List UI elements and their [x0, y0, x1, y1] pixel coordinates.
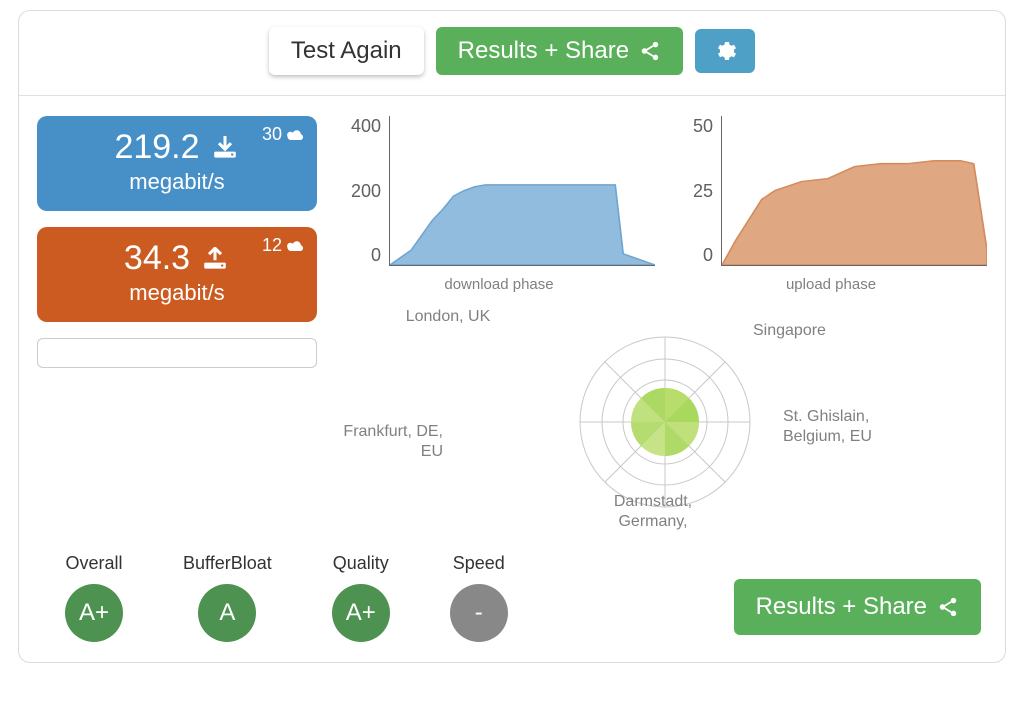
- share-icon: [937, 596, 959, 618]
- cloud-icon: [285, 239, 305, 253]
- upload-y-axis: 50250: [675, 116, 721, 266]
- grade-bufferbloat-label: BufferBloat: [183, 553, 272, 574]
- results-card: Test Again Results + Share 30 219.2 mega…: [18, 10, 1006, 663]
- download-stat: 30 219.2 megabit/s: [37, 116, 317, 211]
- results-share-button-bottom[interactable]: Results + Share: [734, 579, 981, 635]
- empty-stat-placeholder: [37, 338, 317, 368]
- download-value: 219.2: [114, 128, 199, 167]
- download-server-number: 30: [262, 124, 282, 145]
- download-unit: megabit/s: [55, 169, 299, 195]
- upload-value: 34.3: [124, 239, 190, 278]
- grade-quality: Quality A+: [332, 553, 390, 642]
- download-y-axis: 4002000: [343, 116, 389, 266]
- grade-bufferbloat: BufferBloat A: [183, 553, 272, 642]
- grade-speed-badge: -: [450, 584, 508, 642]
- grade-quality-label: Quality: [332, 553, 390, 574]
- test-again-button[interactable]: Test Again: [269, 27, 424, 75]
- gear-icon: [713, 39, 737, 63]
- grade-speed-label: Speed: [450, 553, 508, 574]
- radar-label-ghislain: St. Ghislain, Belgium, EU: [783, 407, 873, 447]
- radar-label-darmstadt: Darmstadt, Germany,: [593, 492, 713, 532]
- radar-chart: London, UK Singapore St. Ghislain, Belgi…: [343, 307, 987, 537]
- results-share-bottom-label: Results + Share: [756, 593, 927, 621]
- grade-overall-badge: A+: [65, 584, 123, 642]
- left-column: 30 219.2 megabit/s 12 34.3 megab: [37, 116, 317, 537]
- share-icon: [639, 40, 661, 62]
- download-icon: [210, 136, 240, 160]
- radar-label-frankfurt: Frankfurt, DE, EU: [343, 422, 443, 462]
- upload-icon: [200, 247, 230, 271]
- upload-server-count: 12: [262, 235, 305, 256]
- top-toolbar: Test Again Results + Share: [19, 11, 1005, 96]
- right-column: 4002000 download phase 50250 upload phas…: [343, 116, 987, 537]
- download-server-count: 30: [262, 124, 305, 145]
- charts-row: 4002000 download phase 50250 upload phas…: [343, 116, 987, 293]
- radar-slices: [631, 388, 699, 456]
- upload-server-number: 12: [262, 235, 282, 256]
- radar-label-london: London, UK: [403, 307, 493, 327]
- grade-quality-badge: A+: [332, 584, 390, 642]
- upload-unit: megabit/s: [55, 280, 299, 306]
- radar-svg: [570, 327, 760, 517]
- grade-overall-label: Overall: [65, 553, 123, 574]
- grade-bufferbloat-badge: A: [198, 584, 256, 642]
- cloud-icon: [285, 128, 305, 142]
- radar-label-singapore: Singapore: [753, 321, 863, 341]
- upload-chart-area: [722, 116, 987, 265]
- upload-chart: 50250 upload phase: [675, 116, 987, 293]
- results-share-button[interactable]: Results + Share: [436, 27, 683, 75]
- download-chart: 4002000 download phase: [343, 116, 655, 293]
- results-share-label: Results + Share: [458, 37, 629, 65]
- upload-chart-title: upload phase: [675, 276, 987, 293]
- grade-overall: Overall A+: [65, 553, 123, 642]
- download-chart-area: [390, 116, 655, 265]
- settings-button[interactable]: [695, 29, 755, 73]
- grades-row: Overall A+ BufferBloat A Quality A+ Spee…: [19, 537, 1005, 642]
- upload-stat: 12 34.3 megabit/s: [37, 227, 317, 322]
- grade-speed: Speed -: [450, 553, 508, 642]
- download-chart-title: download phase: [343, 276, 655, 293]
